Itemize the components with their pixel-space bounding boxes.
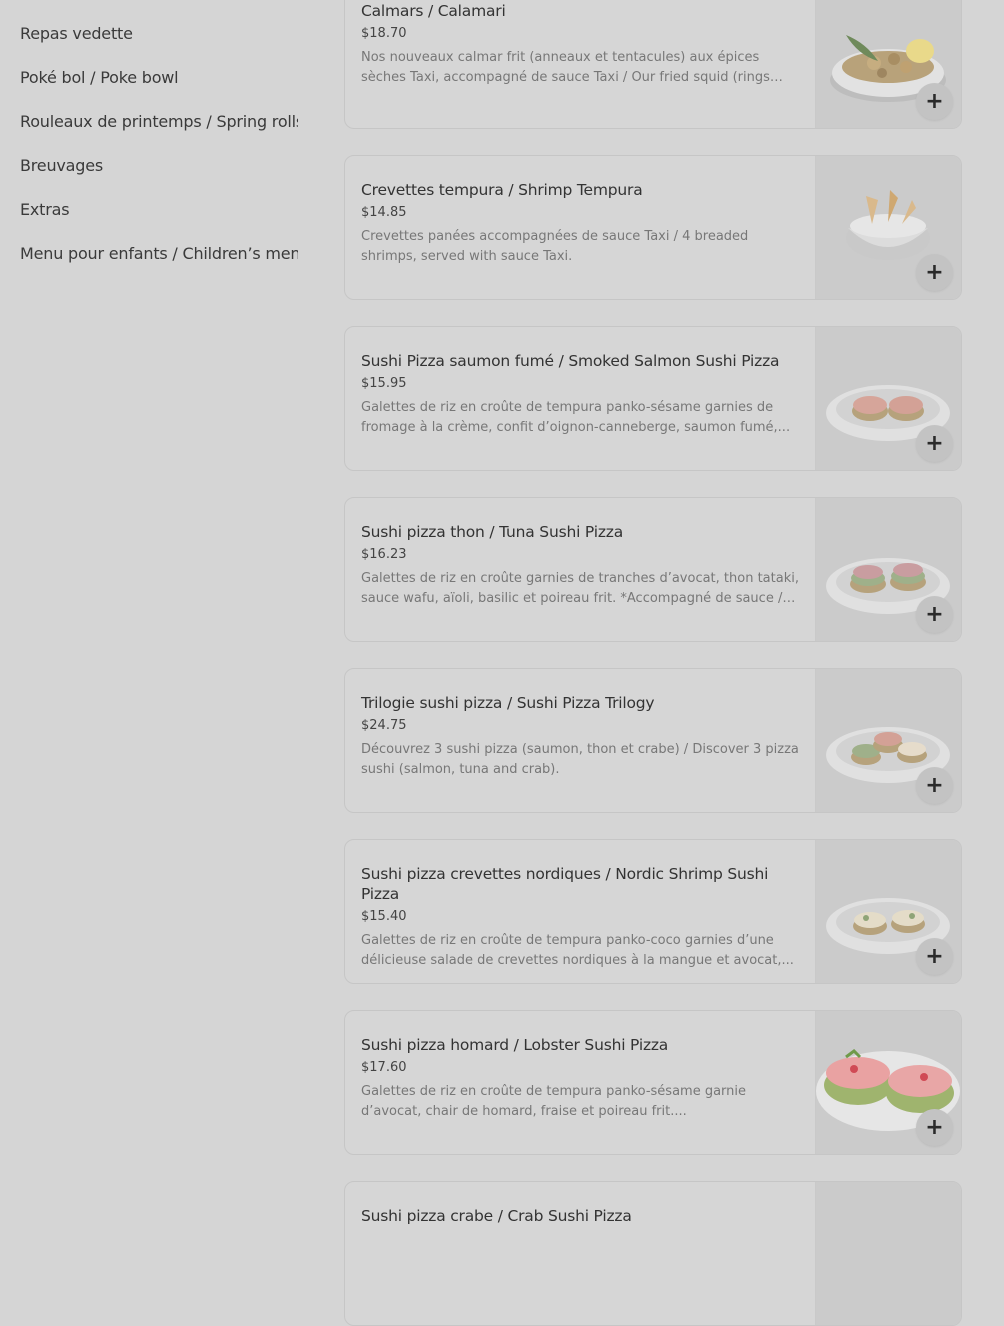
plus-icon: + (925, 259, 944, 285)
plus-icon: + (925, 772, 944, 798)
menu-item-price: $14.85 (361, 205, 407, 220)
menu-item-photo (815, 1182, 961, 1325)
add-to-cart-button[interactable]: + (916, 938, 953, 975)
plus-icon: + (925, 943, 944, 969)
menu-item-name: Crevettes tempura / Shrimp Tempura (361, 181, 643, 199)
menu-item-card[interactable]: Calmars / Calamari $18.70 Nos nouveaux c… (344, 0, 962, 129)
menu-item-name: Sushi pizza thon / Tuna Sushi Pizza (361, 523, 623, 541)
sidebar-item-extras[interactable]: Extras (20, 200, 298, 219)
menu-item-price: $15.95 (361, 376, 407, 391)
menu-item-description: Crevettes panées accompagnées de sauce T… (361, 229, 749, 264)
menu-item-price: $15.40 (361, 909, 407, 924)
plus-icon: + (925, 1114, 944, 1140)
sidebar-item-spring-rolls[interactable]: Rouleaux de printemps / Spring rolls (20, 112, 298, 131)
plus-icon: + (925, 430, 944, 456)
menu-item-photo: + (815, 669, 961, 812)
menu-item-description: Galettes de riz en croûte de tempura pan… (361, 400, 791, 435)
sidebar-item-poke-bowl[interactable]: Poké bol / Poke bowl (20, 68, 298, 87)
add-to-cart-button[interactable]: + (916, 83, 953, 120)
sidebar-item-childrens-menu[interactable]: Menu pour enfants / Children’s menu (20, 244, 298, 263)
menu-item-price: $24.75 (361, 718, 407, 733)
menu-item-photo: + (815, 156, 961, 299)
menu-item-photo: + (815, 0, 961, 128)
menu-item-price: $17.60 (361, 1060, 407, 1075)
menu-item-description: Nos nouveaux calmar frit (anneaux et ten… (361, 50, 770, 85)
add-to-cart-button[interactable]: + (916, 596, 953, 633)
menu-item-price: $18.70 (361, 26, 407, 41)
add-to-cart-button[interactable]: + (916, 425, 953, 462)
menu-item-name: Trilogie sushi pizza / Sushi Pizza Trilo… (361, 694, 655, 712)
menu-item-description: Galettes de riz en croûte garnies de tra… (361, 571, 799, 606)
plus-icon: + (925, 88, 944, 114)
menu-item-name: Sushi Pizza saumon fumé / Smoked Salmon … (361, 352, 780, 370)
menu-item-price: $16.23 (361, 547, 407, 562)
plus-icon: + (925, 601, 944, 627)
menu-item-photo: + (815, 840, 961, 983)
sidebar-item-repas-vedette[interactable]: Repas vedette (20, 24, 298, 43)
menu-item-description: Galettes de riz en croûte de tempura pan… (361, 933, 794, 968)
menu-item-card[interactable]: Sushi Pizza saumon fumé / Smoked Salmon … (344, 326, 962, 471)
menu-item-description: Galettes de riz en croûte de tempura pan… (361, 1084, 747, 1119)
menu-item-description: Découvrez 3 sushi pizza (saumon, thon et… (361, 742, 799, 777)
menu-item-card[interactable]: Crevettes tempura / Shrimp Tempura $14.8… (344, 155, 962, 300)
sidebar-item-breuvages[interactable]: Breuvages (20, 156, 298, 175)
menu-item-card[interactable]: Sushi pizza crabe / Crab Sushi Pizza (344, 1181, 962, 1326)
menu-item-name: Sushi pizza crabe / Crab Sushi Pizza (361, 1207, 632, 1225)
menu-item-name: Calmars / Calamari (361, 2, 506, 20)
add-to-cart-button[interactable]: + (916, 1109, 953, 1146)
menu-item-photo: + (815, 327, 961, 470)
menu-item-card[interactable]: Sushi pizza thon / Tuna Sushi Pizza $16.… (344, 497, 962, 642)
menu-item-card[interactable]: Sushi pizza crevettes nordiques / Nordic… (344, 839, 962, 984)
add-to-cart-button[interactable]: + (916, 254, 953, 291)
menu-item-name: Sushi pizza homard / Lobster Sushi Pizza (361, 1036, 669, 1054)
menu-item-card[interactable]: Trilogie sushi pizza / Sushi Pizza Trilo… (344, 668, 962, 813)
add-to-cart-button[interactable]: + (916, 767, 953, 804)
menu-item-photo: + (815, 498, 961, 641)
menu-item-photo: + (815, 1011, 961, 1154)
menu-item-card[interactable]: Sushi pizza homard / Lobster Sushi Pizza… (344, 1010, 962, 1155)
menu-item-name: Sushi pizza crevettes nordiques / Nordic… (361, 865, 769, 903)
